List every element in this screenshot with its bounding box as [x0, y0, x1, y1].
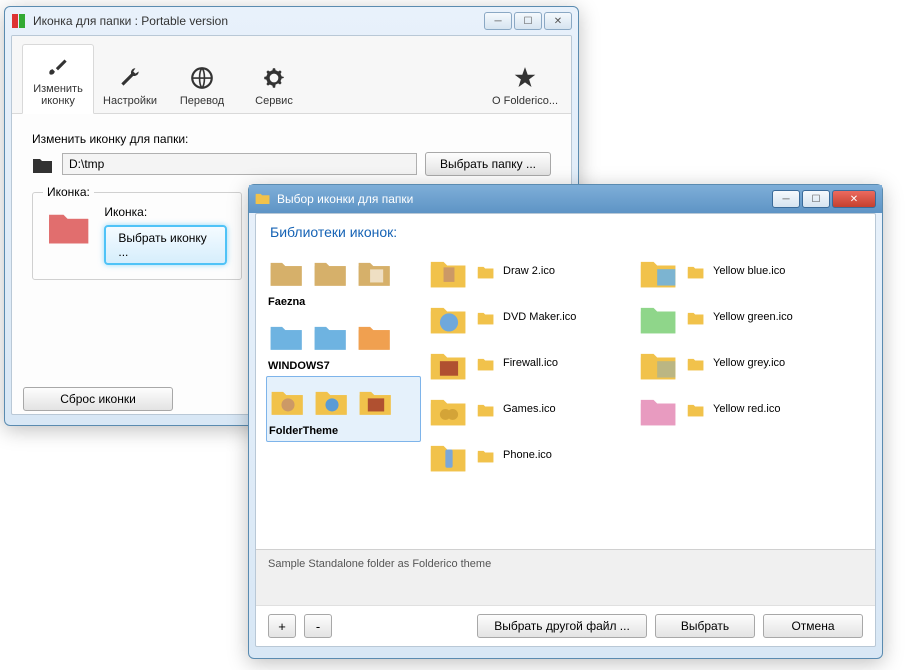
library-faezna[interactable]: Faezna: [266, 248, 421, 312]
library-foldertheme[interactable]: FolderTheme: [266, 376, 421, 442]
picker-bottom-bar: + - Выбрать другой файл ... Выбрать Отме…: [256, 605, 875, 646]
current-folder-icon: [47, 205, 92, 245]
folder-firewall-icon: [358, 385, 394, 415]
icon-inner-label: Иконка:: [104, 205, 227, 219]
app-icon: [11, 13, 27, 29]
folder-icon: [477, 263, 495, 279]
list-item[interactable]: DVD Maker.ico: [425, 294, 627, 340]
tab-about[interactable]: О Folderico...: [489, 57, 561, 113]
choose-button[interactable]: Выбрать: [655, 614, 755, 638]
folder-icon: [477, 355, 495, 371]
folder-yellow-blue-icon: [639, 253, 679, 289]
reset-icon-button[interactable]: Сброс иконки: [23, 387, 173, 411]
tab-translate[interactable]: Перевод: [166, 57, 238, 113]
folder-yellow-red-icon: [639, 391, 679, 427]
folder-phone-icon: [429, 437, 469, 473]
folder-icon: [477, 309, 495, 325]
folder-path-input[interactable]: [62, 153, 417, 175]
brush-icon: [45, 53, 71, 79]
icon-groupbox: Иконка: Иконка: Выбрать иконку ...: [32, 192, 242, 280]
picker-minimize-button[interactable]: ─: [772, 190, 800, 208]
list-item[interactable]: Games.ico: [425, 386, 627, 432]
folder-icon: [687, 263, 705, 279]
folder-games-icon: [429, 391, 469, 427]
icon-list-right: Yellow blue.ico Yellow green.ico Yellow …: [631, 242, 875, 549]
folder-firewall-icon: [429, 345, 469, 381]
gear-icon: [261, 65, 287, 91]
libraries-heading: Библиотеки иконок:: [256, 214, 875, 242]
main-toolbar: Изменить иконку Настройки Перевод Сервис…: [12, 36, 571, 114]
choose-icon-button[interactable]: Выбрать иконку ...: [104, 225, 227, 265]
folder-icon: [269, 256, 305, 286]
folder-yellow-grey-icon: [639, 345, 679, 381]
change-folder-label: Изменить иконку для папки:: [32, 132, 551, 146]
list-item[interactable]: Firewall.ico: [425, 340, 627, 386]
folder-icon: [477, 401, 495, 417]
picker-title: Выбор иконки для папки: [277, 192, 772, 206]
list-item[interactable]: Yellow grey.ico: [635, 340, 871, 386]
theme-description: Sample Standalone folder as Folderico th…: [256, 549, 875, 605]
folder-icon: [687, 355, 705, 371]
tab-settings[interactable]: Настройки: [94, 57, 166, 113]
tab-change-icon[interactable]: Изменить иконку: [22, 44, 94, 114]
folder-icon: [313, 320, 349, 350]
close-button[interactable]: ✕: [544, 12, 572, 30]
main-titlebar[interactable]: Иконка для папки : Portable version ─ ☐ …: [5, 7, 578, 35]
icon-list-mid: Draw 2.ico DVD Maker.ico Firewall.ico Ga…: [421, 242, 631, 549]
picker-close-button[interactable]: ✕: [832, 190, 876, 208]
list-item[interactable]: Yellow green.ico: [635, 294, 871, 340]
maximize-button[interactable]: ☐: [514, 12, 542, 30]
add-library-button[interactable]: +: [268, 614, 296, 638]
folder-brushes-icon: [270, 385, 306, 415]
choose-other-file-button[interactable]: Выбрать другой файл ...: [477, 614, 647, 638]
cancel-button[interactable]: Отмена: [763, 614, 863, 638]
folder-doc-icon: [357, 256, 393, 286]
folder-icon: [687, 309, 705, 325]
picker-app-icon: [255, 191, 271, 207]
folder-draw-icon: [429, 253, 469, 289]
star-icon: [512, 65, 538, 91]
tab-service[interactable]: Сервис: [238, 57, 310, 113]
picker-maximize-button[interactable]: ☐: [802, 190, 830, 208]
list-item[interactable]: Draw 2.ico: [425, 248, 627, 294]
picker-titlebar[interactable]: Выбор иконки для папки ─ ☐ ✕: [249, 185, 882, 213]
icon-picker-window: Выбор иконки для папки ─ ☐ ✕ Библиотеки …: [248, 184, 883, 659]
folder-icon: [477, 447, 495, 463]
folder-globe-icon: [314, 385, 350, 415]
library-list: Faezna WINDOWS7 Folder: [256, 242, 421, 549]
globe-icon: [189, 65, 215, 91]
remove-library-button[interactable]: -: [304, 614, 332, 638]
library-windows7[interactable]: WINDOWS7: [266, 312, 421, 376]
browse-folder-button[interactable]: Выбрать папку ...: [425, 152, 551, 176]
list-item[interactable]: Yellow blue.ico: [635, 248, 871, 294]
folder-icon: [687, 401, 705, 417]
wrench-icon: [117, 65, 143, 91]
minimize-button[interactable]: ─: [484, 12, 512, 30]
folder-icon: [269, 320, 305, 350]
list-item[interactable]: Yellow red.ico: [635, 386, 871, 432]
list-item[interactable]: Phone.ico: [425, 432, 627, 478]
folder-icon: [357, 320, 393, 350]
main-title: Иконка для папки : Portable version: [33, 14, 484, 28]
folder-icon: [32, 155, 54, 173]
folder-dvd-icon: [429, 299, 469, 335]
folder-yellow-green-icon: [639, 299, 679, 335]
folder-icon: [313, 256, 349, 286]
